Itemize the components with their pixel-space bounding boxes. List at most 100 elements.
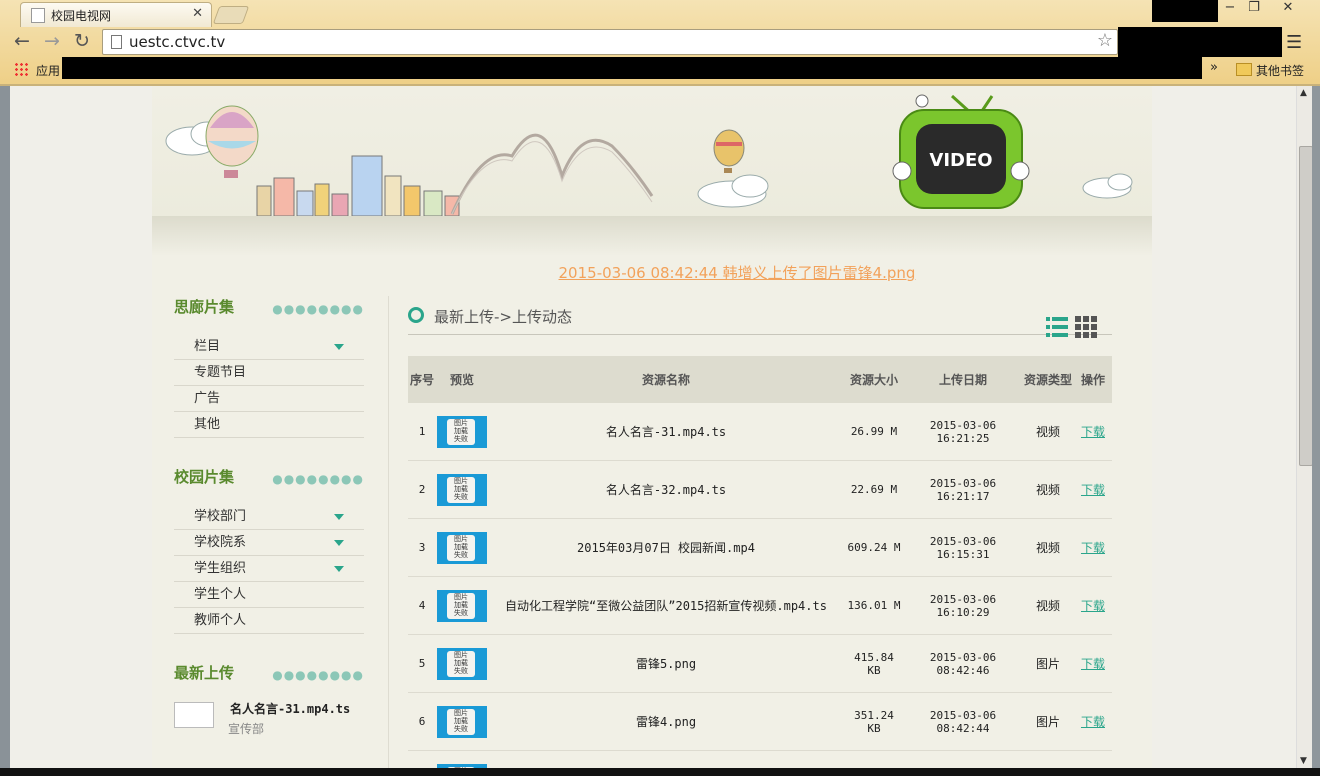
- dropdown-arrow-icon[interactable]: [334, 540, 344, 546]
- resource-type: 视频: [1022, 403, 1074, 461]
- row-number: 3: [408, 518, 436, 577]
- sidebar-item-label: 教师个人: [194, 613, 247, 628]
- thumb-text: 加载: [454, 600, 468, 609]
- vertical-scrollbar[interactable]: ▲ ▼: [1296, 86, 1313, 768]
- minimize-button[interactable]: −: [1218, 0, 1242, 18]
- preview-thumbnail[interactable]: 图片加载失败: [437, 415, 487, 448]
- download-link[interactable]: 下载: [1081, 483, 1105, 497]
- table-row: 1 图片 加载 失败 名人名言-31.mp4.ts 26.99 M 2015-03-06 1…: [408, 403, 1112, 461]
- apps-grid-icon[interactable]: [14, 62, 28, 76]
- download-link[interactable]: 下载: [1081, 715, 1105, 729]
- browser-tab[interactable]: 校园电视网 ✕: [20, 2, 212, 27]
- upload-date: 2015-03-06 08:42:44: [904, 692, 1022, 751]
- maximize-button[interactable]: ❐: [1242, 0, 1266, 18]
- download-link[interactable]: 下载: [1081, 657, 1105, 671]
- download-link[interactable]: 下载: [1081, 599, 1105, 613]
- broken-image-icon[interactable]: [174, 702, 214, 728]
- bookmark-apps[interactable]: 应用: [36, 62, 60, 79]
- resource-size: 26.99 M: [844, 403, 904, 461]
- resource-table: 序号 预览 资源名称 资源大小 上传日期 资源类型 操作 1 图片 加载 失败 名人名言…: [408, 356, 1112, 768]
- column-header: 资源大小: [844, 356, 904, 403]
- sidebar-item-student-orgs[interactable]: 学生组织: [174, 556, 364, 582]
- section-title-text: 校园片集: [174, 468, 235, 486]
- preview-cell: 图片加载失败: [436, 576, 488, 635]
- thumb-text: 图片: [454, 418, 468, 427]
- preview-thumbnail[interactable]: 图片加载失败: [437, 473, 487, 506]
- sidebar-item-label: 广告: [194, 391, 221, 406]
- table-row: 6 图片 加载 失败 雷锋4.png 351.24 KB 2015-03-06 08:42:…: [408, 692, 1112, 751]
- section-title-recent: 最新上传 ●●●●●●●●: [174, 662, 364, 686]
- sidebar-item-special[interactable]: 专题节目: [174, 360, 364, 386]
- preview-cell: 图片加载失败: [436, 518, 488, 577]
- star-icon[interactable]: ☆: [1097, 30, 1113, 51]
- thumb-text: 加载: [454, 426, 468, 435]
- recent-item-name[interactable]: 名人名言-31.mp4.ts: [230, 700, 350, 717]
- redacted-region: [1152, 0, 1218, 22]
- column-header: 资源名称: [488, 356, 844, 403]
- page-title: 最新上传->上传动态: [434, 308, 572, 326]
- dropdown-arrow-icon[interactable]: [334, 566, 344, 572]
- preview-cell: 图片加载失败: [436, 460, 488, 519]
- other-bookmarks[interactable]: 其他书签: [1256, 62, 1304, 79]
- menu-icon[interactable]: ☰: [1286, 32, 1302, 53]
- sidebar: 思廊片集 ●●●●●●●● 栏目 专题节目 广告 其他 校园片集 ●●●●●●●…: [174, 296, 364, 740]
- announcement-link[interactable]: 2015-03-06 08:42:44 韩增义上传了图片雷锋4.png: [559, 264, 916, 282]
- grid-view-icon[interactable]: [1075, 316, 1097, 338]
- tab-close-icon[interactable]: ✕: [192, 6, 203, 21]
- sidebar-item-students[interactable]: 学生个人: [174, 582, 364, 608]
- announcement-bar: 2015-03-06 08:42:44 韩增义上传了图片雷锋4.png: [152, 262, 1152, 283]
- table-header-row: 序号 预览 资源名称 资源大小 上传日期 资源类型 操作: [408, 356, 1112, 403]
- recent-upload-item[interactable]: 名人名言-31.mp4.ts 宣传部: [174, 700, 364, 740]
- page-favicon-icon: [31, 8, 45, 23]
- sidebar-item-label: 学校部门: [194, 509, 247, 524]
- circle-bullet-icon: [408, 307, 424, 323]
- sidebar-item-ads[interactable]: 广告: [174, 386, 364, 412]
- sidebar-item-teachers[interactable]: 教师个人: [174, 608, 364, 634]
- new-tab-button[interactable]: [212, 6, 250, 24]
- sidebar-item-departments[interactable]: 学校部门: [174, 504, 364, 530]
- row-number: 7: [408, 750, 436, 768]
- download-link[interactable]: 下载: [1081, 541, 1105, 555]
- forward-arrow-icon[interactable]: →: [44, 30, 60, 52]
- dots-decoration-icon: ●●●●●●●●: [272, 668, 364, 682]
- image-load-failed-icon: 图片加载失败: [447, 650, 475, 677]
- taskbar-edge: [0, 768, 1320, 776]
- sidebar-item-other[interactable]: 其他: [174, 412, 364, 438]
- url-text[interactable]: uestc.ctvc.tv: [129, 33, 225, 51]
- sidebar-item-label: 其他: [194, 417, 221, 432]
- bookmarks-more-button[interactable]: »: [1210, 60, 1218, 75]
- dropdown-arrow-icon[interactable]: [334, 514, 344, 520]
- resource-size: 609.24 M: [844, 518, 904, 577]
- column-header: 序号: [408, 356, 436, 403]
- preview-thumbnail[interactable]: 图片加载失败: [437, 531, 487, 564]
- list-view-icon[interactable]: [1046, 316, 1068, 338]
- scroll-up-arrow-icon[interactable]: ▲: [1300, 88, 1307, 98]
- resource-type: 图片: [1022, 750, 1074, 768]
- sidebar-item-lanmu[interactable]: 栏目: [174, 334, 364, 360]
- resource-size: 136.01 M: [844, 576, 904, 635]
- preview-thumbnail[interactable]: 图片加载失败: [437, 705, 487, 738]
- close-window-button[interactable]: ✕: [1266, 0, 1310, 18]
- download-link[interactable]: 下载: [1081, 425, 1105, 439]
- sidebar-item-colleges[interactable]: 学校院系: [174, 530, 364, 556]
- preview-thumbnail[interactable]: 图片加载失败: [437, 647, 487, 680]
- preview-thumbnail[interactable]: 图片加载失败: [437, 589, 487, 622]
- reload-icon[interactable]: ↻: [74, 30, 90, 52]
- row-number: 6: [408, 692, 436, 751]
- scroll-thumb[interactable]: [1299, 146, 1313, 466]
- address-bar[interactable]: uestc.ctvc.tv ☆: [102, 29, 1118, 55]
- column-divider: [388, 296, 389, 768]
- header-banner: VIDEO: [152, 86, 1152, 216]
- dropdown-arrow-icon[interactable]: [334, 344, 344, 350]
- redacted-region: [1118, 27, 1282, 57]
- page-content: VIDEO 2015-03-06 08:42:44 韩增义上传了图片雷锋4.pn…: [152, 86, 1152, 768]
- resource-name: 名人名言-31.mp4.ts: [488, 403, 844, 461]
- back-arrow-icon[interactable]: ←: [14, 30, 30, 52]
- tv-label: VIDEO: [929, 150, 992, 171]
- upload-date: 2015-03-06 16:21:17: [904, 460, 1022, 519]
- desktop-edge: [0, 86, 10, 776]
- scroll-down-arrow-icon[interactable]: ▼: [1300, 756, 1307, 766]
- resource-name: 雷锋5.png: [488, 634, 844, 693]
- thumb-text: 图片: [454, 534, 468, 543]
- table-row: 2 图片 加载 失败 名人名言-32.mp4.ts 22.69 M 2015-03-06 1…: [408, 460, 1112, 519]
